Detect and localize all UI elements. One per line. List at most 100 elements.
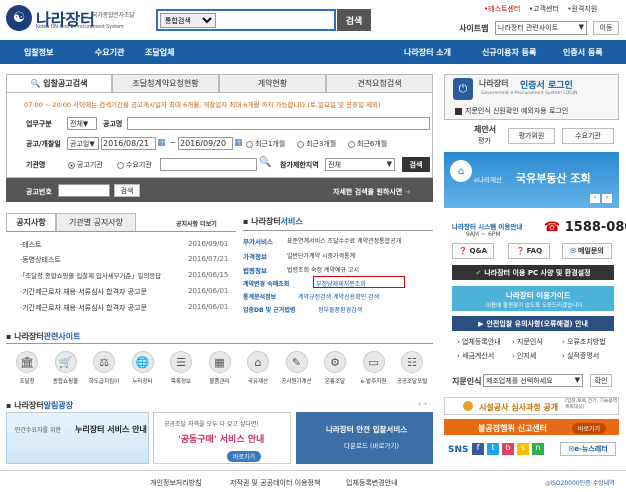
safety-guide-button[interactable]: ▶ 안전입찰 유의사항(오류해결) 안내 xyxy=(452,316,614,331)
link-performance[interactable]: › 실적증명서 xyxy=(562,351,599,361)
blog-icon[interactable]: b xyxy=(502,443,514,455)
link-fingerprint[interactable]: › 지문인식 xyxy=(512,337,543,347)
public-icon[interactable]: ☷ xyxy=(401,351,423,373)
sitemap-label[interactable]: 사이트맵 xyxy=(459,23,488,34)
link-stamp-tax[interactable]: › 인지세 xyxy=(512,351,536,361)
name-input[interactable] xyxy=(127,117,430,130)
search-scope-select[interactable]: 통합검색 xyxy=(160,13,216,28)
group-banner-button[interactable]: 바로가기 xyxy=(227,451,262,462)
related-site-label[interactable]: 국유재산 xyxy=(239,377,277,385)
nav-new-user[interactable]: 신규이용자 등록 xyxy=(482,47,536,58)
tab-agency-notices[interactable]: 기관별 공지사항 xyxy=(56,213,136,231)
guide-banner[interactable]: 나라장터 이용가이드 이용에 불편함이 없도록 도와드리겠습니다. xyxy=(452,286,614,311)
notice-no-input[interactable] xyxy=(58,184,110,197)
related-site-label[interactable]: 공공조달포털 xyxy=(393,377,431,385)
agency-opt-notice[interactable]: 공고기관 xyxy=(68,160,103,170)
nav-supplier[interactable]: 조달업체 xyxy=(145,47,174,58)
nav-about[interactable]: 나라장터 소개 xyxy=(404,47,451,58)
go-button[interactable]: 이동 xyxy=(593,21,619,35)
related-site-label[interactable]: 물품관리 xyxy=(201,377,239,385)
top-search-input[interactable] xyxy=(218,11,334,29)
fingerprint-exception-login[interactable]: 지문인식 신원확인 예외자용 로그인 xyxy=(455,106,568,116)
building-icon[interactable]: 🏛 xyxy=(16,351,38,373)
footer-register-change-link[interactable]: 입체등록변경안내 xyxy=(346,478,398,488)
pc-support-button[interactable]: ✔ 나라장터 이용 PC 사양 및 환경설정 xyxy=(452,265,614,280)
range-1m[interactable]: 최근1개월 xyxy=(246,139,285,149)
purchase-icon[interactable]: ☰ xyxy=(170,351,192,373)
notice-no-search-button[interactable]: 검색 xyxy=(114,184,140,197)
range-6m[interactable]: 최근6개월 xyxy=(348,139,387,149)
remote-support-link[interactable]: •원격지원 xyxy=(567,5,597,13)
calendar-from-icon[interactable]: ▦ xyxy=(157,138,166,148)
link-register[interactable]: › 업체등록안내 xyxy=(457,337,501,347)
svc-cat[interactable]: 가격정보 xyxy=(243,251,267,261)
tab-bid-search[interactable]: 🔍 입찰공고검색 xyxy=(6,74,112,92)
test-center-link[interactable]: •테스트센터 xyxy=(484,5,520,13)
state-property-banner[interactable]: ⌂ e나라재산 국유부동산 조회 ‹ › xyxy=(444,152,619,208)
related-site-label[interactable]: 하도급지킴이 xyxy=(85,377,123,385)
logo-icon[interactable]: ☯ xyxy=(6,5,32,31)
safe-bid-banner[interactable]: 나라장터 안전 입찰서비스 다운로드 (바로가기) xyxy=(296,412,433,464)
gongmae-icon[interactable]: ✎ xyxy=(285,351,308,373)
nav-cert-register[interactable]: 인증서 등록 xyxy=(563,47,603,58)
svc-links[interactable]: 표준연계서비스 조달수수료 계약관정통합공개 xyxy=(287,236,401,245)
region-select[interactable]: 전체 ▼ xyxy=(325,158,395,171)
facebook-icon[interactable]: f xyxy=(472,443,484,455)
related-site-label[interactable]: 누리장터 xyxy=(124,377,162,385)
nuri-banner[interactable]: 민간수요자를 위한 누리장터 서비스 안내 xyxy=(6,412,149,464)
related-site-label[interactable]: 조달청 xyxy=(8,377,46,385)
checkbox-icon[interactable] xyxy=(455,107,462,115)
fingerprint-confirm-button[interactable]: 확인 xyxy=(590,374,612,387)
related-site-label[interactable]: 종합쇼핑몰 xyxy=(47,377,85,385)
period-select[interactable]: 공고일▼ xyxy=(67,137,99,150)
tab-quote-search[interactable]: 견적요청검색 xyxy=(326,74,433,92)
link-error-fix[interactable]: › 오류조치방법 xyxy=(562,337,606,347)
related-site-select[interactable]: 나라장터 관련사이트 ▼ xyxy=(495,21,587,35)
footer-copyright-link[interactable]: 저작권 및 공공데이터 이용정책 xyxy=(230,478,320,488)
svc-cat[interactable]: 업종DB 및 근거법령 xyxy=(243,305,295,314)
tab-contract-status[interactable]: 계약현황 xyxy=(219,74,326,92)
svc-cat[interactable]: 부가서비스 xyxy=(243,236,273,246)
story-icon[interactable]: s xyxy=(517,443,529,455)
cert-icon[interactable]: ⏻ xyxy=(453,78,473,100)
banner-next[interactable]: › xyxy=(602,194,612,203)
related-site-label[interactable]: e-발주지원 xyxy=(355,377,393,385)
enews-button[interactable]: ✉ e-뉴스레터 xyxy=(560,442,616,456)
svc-links[interactable]: 부정당제재처분조회 xyxy=(316,279,366,288)
tab-contract-request[interactable]: 조달청계약요청현황 xyxy=(112,74,219,92)
svc-cat[interactable]: 법령정보 xyxy=(243,265,267,275)
link-tax-invoice[interactable]: › 세금계산서 xyxy=(457,351,494,361)
svc-links[interactable]: 정부물품환경검색 xyxy=(318,305,362,314)
notice-item[interactable]: ·동영상테스트 xyxy=(20,255,61,265)
footer-privacy-link[interactable]: 개인정보처리방침 xyxy=(150,478,202,488)
svc-links[interactable]: 일반단가계약 시중가격통계 xyxy=(287,251,355,260)
svc-cat[interactable]: 통계분석정보 xyxy=(243,292,276,301)
fingerprint-select[interactable]: 제조업체를 선택하세요 ▼ xyxy=(483,374,583,387)
agency-opt-demand[interactable]: 수요기관 xyxy=(117,160,152,170)
twitter-icon[interactable]: t xyxy=(487,443,499,455)
epro-icon[interactable]: ▭ xyxy=(362,351,385,373)
notice-item[interactable]: ·기간제근로자 채용 서류심사 합격자 공고문 xyxy=(20,303,147,313)
subcontract-icon[interactable]: ⚖ xyxy=(93,351,115,373)
date-to-input[interactable]: 2016/09/20 xyxy=(178,137,233,150)
nav-bid-info[interactable]: 입찰정보 xyxy=(24,47,53,58)
top-search-button[interactable]: 검색 xyxy=(337,9,371,31)
search-button[interactable]: 검색 xyxy=(402,157,430,172)
notices-more-link[interactable]: 공지사항 더보기 xyxy=(176,219,217,228)
calendar-to-icon[interactable]: ▦ xyxy=(234,138,243,148)
svc-cat[interactable]: 계약변경 숙례조회 xyxy=(243,279,289,288)
banner-prev[interactable]: ‹ xyxy=(590,194,600,203)
nuri-icon[interactable]: 🌐 xyxy=(131,351,154,373)
band-icon[interactable]: n xyxy=(532,443,544,455)
login-title[interactable]: 인증서 로그인 xyxy=(520,78,573,91)
fraud-banner[interactable]: 불공정행위 신고센터 바로가기 xyxy=(444,419,619,435)
catalog-icon[interactable]: ▦ xyxy=(208,351,231,373)
fraud-button[interactable]: 바로가기 xyxy=(572,423,607,434)
mail-button[interactable]: ✉ 메일문의 xyxy=(562,243,612,259)
agency-input[interactable] xyxy=(160,158,257,171)
related-site-label[interactable]: 온통조달 xyxy=(316,377,354,385)
iso-cert-link[interactable]: ◎ISO20000인증·수상내역 xyxy=(545,478,615,487)
related-site-label[interactable]: 목록정보 xyxy=(162,377,200,385)
plaza-pager[interactable]: ‹ › xyxy=(418,399,427,408)
nav-demand-agency[interactable]: 수요기관 xyxy=(95,47,124,58)
